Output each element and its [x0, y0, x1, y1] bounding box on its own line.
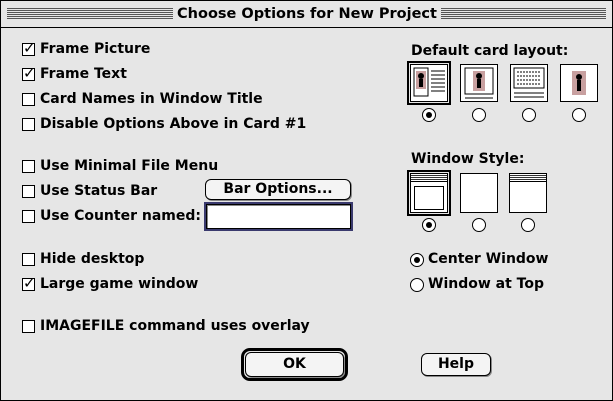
counter-name-field[interactable]	[204, 202, 353, 231]
minimal-file-menu-checkbox[interactable]	[22, 160, 35, 173]
hide-desktop-label: Hide desktop	[40, 251, 145, 267]
hide-desktop-checkbox[interactable]	[22, 253, 35, 266]
status-bar-label: Use Status Bar	[40, 183, 158, 199]
window-at-top-label: Window at Top	[428, 276, 544, 292]
center-window-radio[interactable]	[410, 253, 424, 267]
checkmark-icon: ✓	[23, 274, 36, 292]
window-icon-titlebar	[411, 174, 447, 182]
frame-picture-label: Frame Picture	[40, 41, 151, 57]
frame-text-checkbox[interactable]: ✓	[22, 64, 36, 82]
large-game-window-checkbox[interactable]: ✓	[22, 274, 36, 292]
layout-picture-text-icon[interactable]	[407, 61, 451, 105]
dialog-window: Choose Options for New Project ✓ Frame P…	[0, 0, 613, 401]
title-bar[interactable]: Choose Options for New Project	[1, 1, 612, 28]
card-names-label: Card Names in Window Title	[40, 91, 263, 107]
card-names-checkbox[interactable]	[22, 93, 35, 106]
card-layout-heading: Default card layout:	[411, 43, 569, 59]
large-game-window-label: Large game window	[40, 276, 199, 292]
imagefile-overlay-checkbox[interactable]	[22, 320, 35, 333]
counter-checkbox[interactable]	[22, 210, 35, 223]
center-window-label: Center Window	[428, 251, 549, 267]
window-style-radio-1[interactable]	[422, 218, 436, 232]
window-titlebar-icon[interactable]	[509, 173, 547, 213]
layout-picture-only-icon[interactable]	[560, 64, 598, 102]
window-at-top-radio[interactable]	[410, 278, 424, 292]
disable-options-checkbox[interactable]	[22, 118, 35, 131]
counter-label: Use Counter named:	[40, 208, 201, 224]
ok-button[interactable]: OK	[245, 352, 344, 377]
imagefile-overlay-label: IMAGEFILE command uses overlay	[40, 318, 310, 334]
checkmark-icon: ✓	[23, 39, 36, 57]
radio-dot-icon	[426, 112, 432, 118]
layout-picture-framed-icon[interactable]	[460, 64, 498, 102]
window-titlebar-inner-icon[interactable]	[407, 170, 451, 216]
card-layout-radio-4[interactable]	[572, 108, 586, 122]
checkmark-icon: ✓	[23, 64, 36, 82]
radio-dot-icon	[414, 257, 420, 263]
help-button[interactable]: Help	[421, 353, 491, 376]
window-plain-icon[interactable]	[460, 173, 498, 213]
card-layout-radio-1[interactable]	[422, 108, 436, 122]
title-bar-stripes-right	[441, 7, 606, 20]
card-layout-radio-3[interactable]	[522, 108, 536, 122]
window-style-radio-3[interactable]	[521, 218, 535, 232]
window-icon-inner-frame	[414, 186, 444, 210]
frame-text-label: Frame Text	[40, 66, 127, 82]
status-bar-checkbox[interactable]	[22, 185, 35, 198]
window-style-radio-2[interactable]	[472, 218, 486, 232]
radio-dot-icon	[426, 222, 432, 228]
card-layout-radio-2[interactable]	[472, 108, 486, 122]
disable-options-label: Disable Options Above in Card #1	[40, 116, 307, 132]
title-bar-stripes-left	[7, 7, 173, 20]
window-icon-titlebar	[510, 174, 546, 182]
bar-options-button[interactable]: Bar Options...	[205, 179, 351, 200]
window-style-heading: Window Style:	[411, 151, 525, 167]
dialog-title: Choose Options for New Project	[173, 5, 441, 23]
minimal-file-menu-label: Use Minimal File Menu	[40, 158, 219, 174]
layout-text-only-icon[interactable]	[510, 64, 548, 102]
frame-picture-checkbox[interactable]: ✓	[22, 39, 36, 57]
